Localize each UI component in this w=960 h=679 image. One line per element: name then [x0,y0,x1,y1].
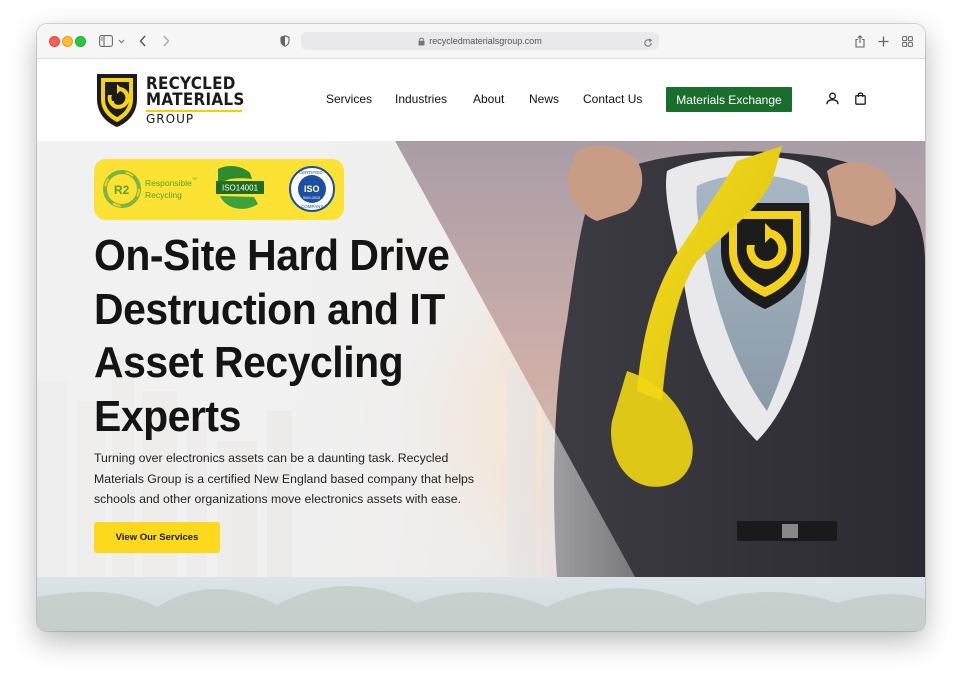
nav-item-news[interactable]: News [529,92,559,106]
sidebar-icon[interactable] [99,33,113,49]
r2-trademark: ™ [192,177,197,183]
site-logo[interactable]: RECYCLED MATERIALS GROUP [95,71,253,129]
shield-logo-icon [97,74,137,127]
iso-mid-text: ISO [304,184,320,194]
minimize-window-button[interactable] [62,36,73,47]
browser-window: recycledmaterialsgroup.com RECYCLED MATE… [37,24,925,631]
next-section-preview [37,577,925,631]
tab-overview-icon[interactable] [902,33,913,49]
account-icon[interactable] [826,92,839,110]
r2-text-2: Recycling [145,190,182,200]
new-tab-icon[interactable] [878,33,889,49]
forward-icon[interactable] [162,33,170,49]
certification-badges: R2 Responsible ™ Recycling ISO14001 CERT… [94,159,344,220]
iso14001-badge: ISO14001 [216,166,264,209]
materials-exchange-button[interactable]: Materials Exchange [666,87,792,112]
browser-toolbar: recycledmaterialsgroup.com [37,24,925,59]
iso-certified-badge: CERTIFIED ISO 9001:2015 COMPANY [289,166,335,212]
logo-line-2: MATERIALS [146,90,245,109]
reload-icon[interactable] [643,35,653,53]
r2-text-1: Responsible [145,178,192,188]
nav-item-services[interactable]: Services [326,92,372,106]
back-icon[interactable] [139,33,147,49]
iso-bottom-text: COMPANY [301,204,323,209]
nav-item-about[interactable]: About [473,92,504,106]
nav-item-contact-us[interactable]: Contact Us [583,92,642,106]
nav-item-industries[interactable]: Industries [395,92,447,106]
hero-description: Turning over electronics assets can be a… [94,451,475,506]
logo-line-3: GROUP [146,109,242,125]
url-text: recycledmaterialsgroup.com [429,36,542,46]
hero-headline: On-Site Hard Drive Destruction and IT As… [94,231,450,441]
chevron-down-icon[interactable] [118,33,125,49]
close-window-button[interactable] [49,36,60,47]
iso-number-text: 9001:2015 [303,196,320,200]
lock-icon [418,37,425,45]
address-bar[interactable]: recycledmaterialsgroup.com [301,32,659,50]
shield-icon[interactable] [280,33,290,49]
view-our-services-button[interactable]: View Our Services [94,522,220,553]
hero-section: R2 Responsible ™ Recycling ISO14001 CERT… [37,141,925,577]
iso14001-label: ISO14001 [222,184,259,193]
r2-mark: R2 [114,183,130,197]
share-icon[interactable] [855,33,865,49]
iso-top-text: CERTIFIED [299,170,323,175]
bag-icon[interactable] [855,92,866,110]
site-header: RECYCLED MATERIALS GROUP Services Indust… [37,59,925,141]
r2-badge: R2 Responsible ™ Recycling [103,170,197,208]
zoom-window-button[interactable] [75,36,86,47]
